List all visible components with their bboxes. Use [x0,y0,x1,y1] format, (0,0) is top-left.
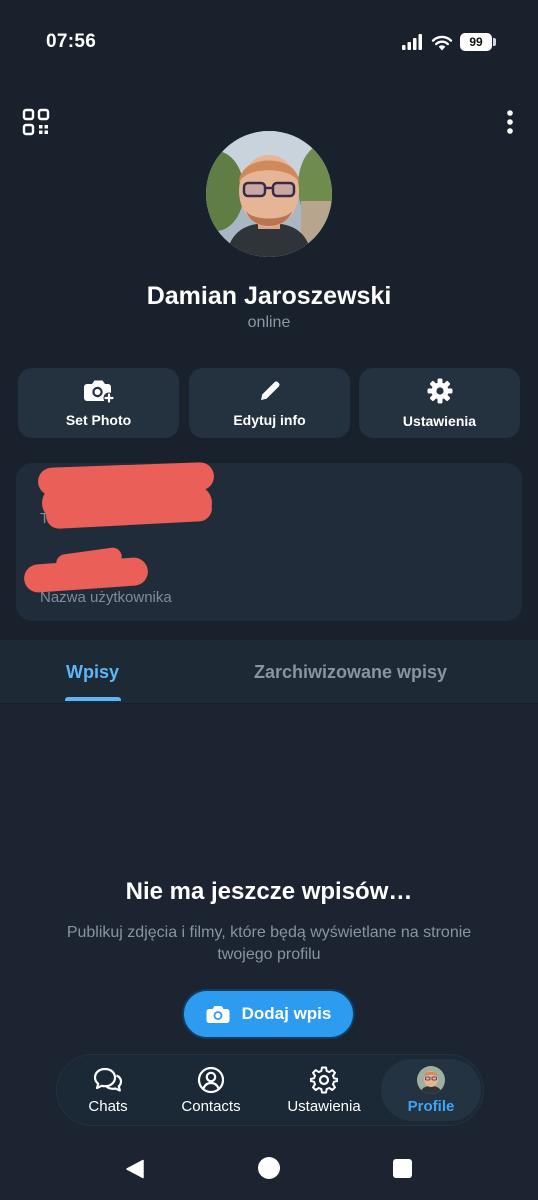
set-photo-button[interactable]: Set Photo [18,368,179,438]
wifi-icon [431,35,453,50]
chat-bubbles-icon [93,1067,123,1092]
username-label: Nazwa użytkownika [40,589,172,606]
user-circle-icon [197,1066,225,1093]
system-navigation-bar [0,1140,538,1200]
nav-settings-label: Ustawienia [287,1097,361,1115]
profile-name: Damian Jaroszewski [146,282,392,310]
empty-state-description: Publikuj zdjęcia i filmy, które będą wyś… [66,924,472,963]
battery-level: 99 [469,35,483,49]
profile-avatar[interactable] [206,131,332,257]
profile-info-card: Telefon Nazwa użytkownika [16,461,522,621]
more-options-button[interactable] [502,108,518,136]
settings-label: Ustawienia [402,413,477,429]
qr-code-icon [22,108,50,136]
profile-tabs: Wpisy Zarchiwizowane wpisy [0,640,538,704]
camera-add-icon [83,380,114,404]
status-icons: 99 [402,33,496,51]
home-icon[interactable] [258,1157,280,1179]
nav-chats-label: Chats [88,1097,128,1115]
status-time: 07:56 [46,31,97,52]
nav-contacts-label: Contacts [181,1097,241,1115]
edit-info-button[interactable]: Edytuj info [189,368,350,438]
more-vertical-icon [507,110,513,134]
bottom-navigation: Chats Contacts Ustawienia Profile [56,1054,484,1126]
camera-icon [206,1006,230,1023]
avatar-icon [417,1065,445,1094]
active-tab-indicator [65,697,121,701]
edit-info-label: Edytuj info [233,412,306,428]
nav-item-settings[interactable]: Ustawienia [281,1059,367,1121]
nav-profile-label: Profile [407,1097,455,1115]
profile-actions: Set Photo Edytuj info Ustawienia [18,368,520,438]
back-icon[interactable] [124,1158,146,1180]
settings-button[interactable]: Ustawienia [359,368,520,438]
add-post-button[interactable]: Dodaj wpis [182,989,355,1039]
pencil-icon [260,381,280,400]
profile-status: online [247,314,291,331]
gear-icon [427,378,452,404]
gear-icon [310,1066,338,1093]
qr-code-button[interactable] [22,108,50,136]
recents-icon[interactable] [393,1159,412,1178]
nav-item-chats[interactable]: Chats [75,1059,141,1121]
status-bar: 07:56 99 [0,0,538,80]
tab-archived-posts[interactable]: Zarchiwizowane wpisy [254,640,447,704]
set-photo-label: Set Photo [65,412,132,428]
avatar-photo [206,131,332,257]
add-post-label: Dodaj wpis [241,1004,332,1023]
nav-item-contacts[interactable]: Contacts [175,1059,247,1121]
tab-posts[interactable]: Wpisy [66,640,119,704]
signal-icon [402,34,422,50]
nav-item-profile[interactable]: Profile [381,1059,481,1121]
empty-state-title: Nie ma jeszcze wpisów… [125,878,413,905]
battery-icon: 99 [460,33,496,51]
